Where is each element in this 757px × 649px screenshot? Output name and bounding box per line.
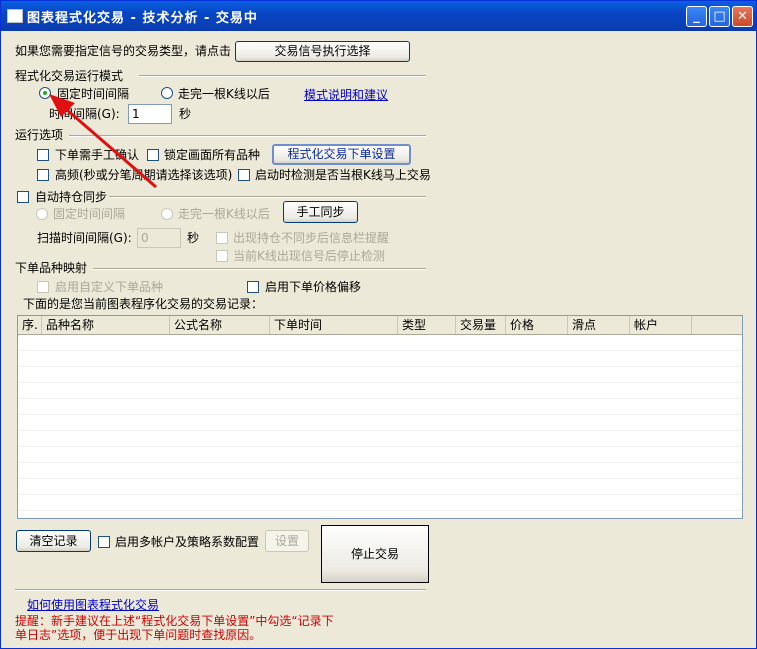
close-button[interactable]: ✕ <box>732 6 753 27</box>
settings-button[interactable]: 设置 <box>265 530 309 552</box>
records-caption: 下面的是您当前图表程序化交易的交易记录： <box>23 297 264 311</box>
table-row <box>18 350 742 351</box>
red-arrow-annotation <box>49 94 157 189</box>
column-header[interactable]: 价格 <box>506 316 568 334</box>
alert-mismatch-label: 出现持仓不同步后信息栏提醒 <box>233 231 390 245</box>
sync-fixed-interval-label: 固定时间间隔 <box>53 207 126 221</box>
scan-interval-label: 扫描时间间隔(G): <box>37 231 132 245</box>
sync-fixed-interval-radio[interactable] <box>36 208 48 220</box>
mode-after-bar-label: 走完一根K线以后 <box>178 87 270 101</box>
stop-on-signal-label: 当前K线出现信号后停止检测 <box>233 249 385 263</box>
interval-unit: 秒 <box>179 107 192 121</box>
scan-interval-input[interactable]: 0 <box>137 228 181 248</box>
window-title: 图表程式化交易 - 技术分析 - 交易中 <box>27 11 258 26</box>
clear-records-button[interactable]: 清空记录 <box>16 530 91 552</box>
auto-sync-checkbox[interactable] <box>17 191 29 203</box>
manual-sync-button[interactable]: 手工同步 <box>283 201 358 223</box>
mode-help-link[interactable]: 模式说明和建议 <box>304 86 388 103</box>
sync-separator <box>109 196 426 198</box>
startup-check-checkbox[interactable] <box>238 169 250 181</box>
column-header[interactable]: 下单时间 <box>270 316 398 334</box>
signal-prompt: 如果您需要指定信号的交易类型，请点击 <box>15 44 232 58</box>
table-row <box>18 446 742 447</box>
table-row <box>18 510 742 511</box>
mapping-separator <box>93 268 426 270</box>
records-table[interactable]: 序. 品种名称 公式名称 下单时间 类型 交易量 价格 滑点 帐户 <box>17 315 743 519</box>
minimize-button[interactable]: _ <box>686 6 707 27</box>
maximize-button[interactable]: □ <box>709 6 730 27</box>
column-header[interactable]: 品种名称 <box>42 316 170 334</box>
multi-account-label: 启用多帐户及策略系数配置 <box>115 535 260 549</box>
column-header[interactable]: 公式名称 <box>170 316 270 334</box>
column-header[interactable]: 类型 <box>398 316 456 334</box>
main-window: 图表程式化交易 - 技术分析 - 交易中 _ □ ✕ 如果您需要指定信号的交易类… <box>0 0 757 649</box>
title-bar[interactable]: 图表程式化交易 - 技术分析 - 交易中 _ □ ✕ <box>1 1 756 31</box>
alert-mismatch-checkbox[interactable] <box>216 232 228 244</box>
table-row <box>18 366 742 367</box>
column-header[interactable]: 序. <box>18 316 42 334</box>
sync-after-bar-radio[interactable] <box>161 208 173 220</box>
table-row <box>18 398 742 399</box>
custom-symbol-checkbox[interactable] <box>37 281 49 293</box>
signal-select-button[interactable]: 交易信号执行选择 <box>235 41 410 62</box>
startup-check-label: 启动时检测是否当根K线马上交易 <box>255 168 431 182</box>
mode-section-title: 程式化交易运行模式 <box>15 69 124 83</box>
scan-interval-unit: 秒 <box>187 231 200 245</box>
table-row <box>18 478 742 479</box>
arrow-shaft <box>58 101 157 189</box>
warning-text: 提醒：新手建议在上述“程式化交易下单设置”中勾选“记录下单日志”选项，便于出现下… <box>15 614 334 642</box>
price-offset-checkbox[interactable] <box>247 281 259 293</box>
table-row <box>18 462 742 463</box>
column-header[interactable]: 滑点 <box>568 316 630 334</box>
auto-sync-label: 自动持仓同步 <box>35 190 108 204</box>
table-row <box>18 430 742 431</box>
price-offset-label: 启用下单价格偏移 <box>265 280 362 294</box>
howto-link[interactable]: 如何使用图表程式化交易 <box>27 596 159 613</box>
multi-account-checkbox[interactable] <box>98 536 110 548</box>
column-header[interactable]: 交易量 <box>456 316 506 334</box>
stop-on-signal-checkbox[interactable] <box>216 250 228 262</box>
bottom-separator <box>15 589 426 591</box>
custom-symbol-label: 启用自定义下单品种 <box>55 280 164 294</box>
lock-all-label: 锁定画面所有品种 <box>164 148 261 162</box>
table-row <box>18 494 742 495</box>
stop-trading-button[interactable]: 停止交易 <box>321 525 429 583</box>
table-row <box>18 382 742 383</box>
order-settings-button[interactable]: 程式化交易下单设置 <box>272 144 411 165</box>
sync-after-bar-label: 走完一根K线以后 <box>178 207 270 221</box>
records-table-header: 序. 品种名称 公式名称 下单时间 类型 交易量 价格 滑点 帐户 <box>18 316 742 335</box>
window-icon <box>7 9 23 23</box>
mapping-section-title: 下单品种映射 <box>15 261 88 275</box>
table-row <box>18 414 742 415</box>
column-header[interactable]: 帐户 <box>630 316 692 334</box>
mode-separator <box>139 75 426 77</box>
